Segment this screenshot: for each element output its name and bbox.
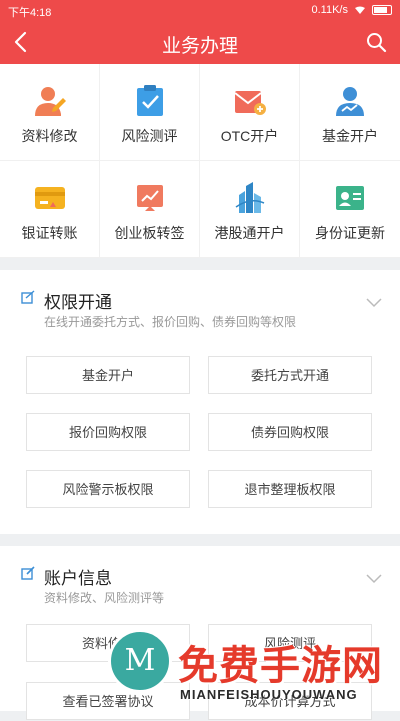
wifi-icon (355, 6, 365, 14)
section-subtitle: 资料修改、风险测评等 (44, 591, 165, 605)
service-label: 创业板转签 (114, 225, 185, 241)
status-time: 下午4:18 (8, 7, 52, 19)
hk-connect-icon (235, 182, 264, 213)
battery-icon (372, 5, 392, 15)
search-icon[interactable] (364, 30, 388, 54)
otc-envelope-icon (233, 91, 266, 115)
user-edit-icon (34, 87, 66, 116)
service-fund-account[interactable]: 基金开户 (300, 64, 400, 161)
service-label: 港股通开户 (214, 225, 285, 241)
section-subtitle: 在线开通委托方式、报价回购、债券回购等权限 (44, 315, 297, 329)
page-title: 业务办理 (161, 36, 238, 57)
permissions-section: 权限开通 在线开通委托方式、报价回购、债券回购等权限 基金开户 委托方式开通 报… (0, 270, 400, 534)
id-card-icon (336, 186, 364, 210)
service-risk-assessment[interactable]: 风险测评 (100, 64, 200, 161)
service-profile-edit[interactable]: 资料修改 (0, 64, 100, 161)
service-label: 身份证更新 (315, 225, 385, 241)
chevron-down-icon[interactable] (366, 574, 382, 584)
delisting-board-button[interactable]: 退市整理板权限 (208, 470, 372, 508)
signed-agreements-button[interactable]: 查看已签署协议 (26, 682, 190, 720)
bank-card-icon (34, 187, 65, 209)
profile-edit-button[interactable]: 资料修改 (26, 624, 190, 662)
service-label: 基金开户 (322, 128, 378, 144)
order-method-button[interactable]: 委托方式开通 (208, 356, 372, 394)
bond-repo-button[interactable]: 债券回购权限 (208, 413, 372, 451)
permission-open-icon (21, 290, 35, 304)
account-info-section: 账户信息 资料修改、风险测评等 资料修改 风险测评 查看已签署协议 成本价计算方… (0, 546, 400, 720)
chevron-down-icon[interactable] (366, 298, 382, 308)
service-label: 资料修改 (21, 128, 78, 144)
network-speed: 0.11K/s (311, 4, 349, 16)
section-title: 账户信息 (44, 569, 112, 588)
cost-price-method-button[interactable]: 成本价计算方式 (208, 682, 372, 720)
status-bar: 下午4:18 0.11K/s (0, 0, 400, 20)
status-indicators: 0.11K/s (311, 4, 392, 16)
service-gem-board[interactable]: 创业板转签 (100, 161, 200, 258)
fund-user-icon (336, 87, 364, 116)
service-otc-account[interactable]: OTC开户 (200, 64, 300, 161)
service-label: 银证转账 (21, 225, 78, 241)
service-hk-connect[interactable]: 港股通开户 (200, 161, 300, 258)
permissions-header[interactable]: 权限开通 在线开通委托方式、报价回购、债券回购等权限 (0, 270, 400, 336)
quote-repo-button[interactable]: 报价回购权限 (26, 413, 190, 451)
risk-warning-board-button[interactable]: 风险警示板权限 (26, 470, 190, 508)
account-info-header[interactable]: 账户信息 资料修改、风险测评等 (0, 546, 400, 612)
risk-check-icon (136, 85, 163, 116)
service-bank-transfer[interactable]: 银证转账 (0, 161, 100, 258)
fund-account-button[interactable]: 基金开户 (26, 356, 190, 394)
gem-board-icon (136, 185, 163, 211)
nav-bar: 业务办理 (0, 20, 400, 64)
service-label: 风险测评 (121, 128, 178, 144)
service-id-update[interactable]: 身份证更新 (300, 161, 400, 258)
edit-icon (21, 566, 35, 580)
section-title: 权限开通 (44, 293, 112, 312)
service-grid: 资料修改 风险测评 OTC开户 基金开户 银证转账 创业板转签 港股通开户 身份… (0, 64, 400, 258)
service-label: OTC开户 (220, 128, 279, 144)
risk-assessment-button[interactable]: 风险测评 (208, 624, 372, 662)
